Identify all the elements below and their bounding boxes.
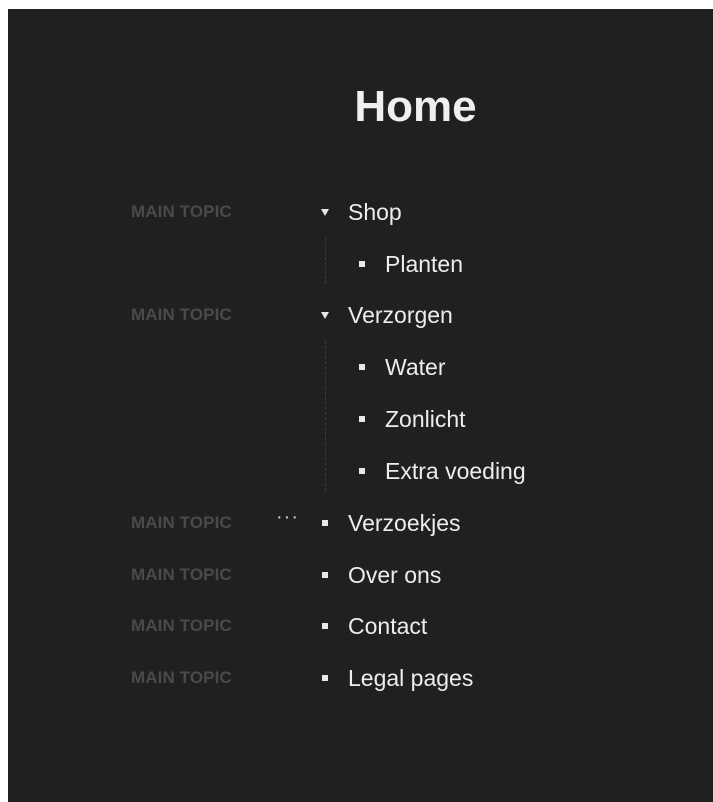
square-bullet-icon [355,399,369,439]
square-bullet-icon [318,555,332,595]
tree-item-label[interactable]: Contact [348,614,427,638]
tree-item-verzoekjes[interactable]: MAIN TOPIC ··· Verzoekjes [8,503,713,543]
main-topic-label: MAIN TOPIC [131,305,232,324]
square-bullet-icon [355,244,369,284]
square-bullet-icon [318,606,332,646]
main-topic-label: MAIN TOPIC [131,202,232,221]
tree-item-zonlicht[interactable]: Zonlicht [8,399,713,439]
triangle-down-icon [321,209,329,216]
tree-item-over-ons[interactable]: MAIN TOPIC Over ons [8,555,713,595]
tree-item-planten[interactable]: Planten [8,244,713,284]
square-bullet-icon [318,503,332,543]
main-topic-label: MAIN TOPIC [131,565,232,584]
tree-item-legal-pages[interactable]: MAIN TOPIC Legal pages [8,658,713,698]
tree-item-label[interactable]: Planten [385,252,463,276]
page-title: Home [354,82,477,131]
main-topic-label: MAIN TOPIC [131,668,232,687]
main-topic-label: MAIN TOPIC [131,616,232,635]
tree-item-label[interactable]: Water [385,355,446,379]
expand-toggle-icon[interactable] [318,295,332,335]
tree-item-label[interactable]: Shop [348,200,402,224]
main-topic-label: MAIN TOPIC [131,513,232,532]
tree-item-extra-voeding[interactable]: Extra voeding [8,451,713,491]
outline-panel: Home MAIN TOPIC Shop Planten MAIN TOPIC … [8,9,713,802]
tree-item-shop[interactable]: MAIN TOPIC Shop [8,192,713,232]
square-bullet-icon [355,451,369,491]
more-options-icon[interactable]: ··· [276,507,299,527]
tree-item-label[interactable]: Verzoekjes [348,511,461,535]
tree-item-water[interactable]: Water [8,347,713,387]
tree-item-label[interactable]: Zonlicht [385,407,466,431]
tree-item-label[interactable]: Legal pages [348,666,473,690]
triangle-down-icon [321,312,329,319]
square-bullet-icon [318,658,332,698]
tree-item-verzorgen[interactable]: MAIN TOPIC Verzorgen [8,295,713,335]
tree-item-label[interactable]: Over ons [348,563,441,587]
tree-item-label[interactable]: Verzorgen [348,303,453,327]
tree-item-label[interactable]: Extra voeding [385,459,526,483]
square-bullet-icon [355,347,369,387]
tree-item-contact[interactable]: MAIN TOPIC Contact [8,606,713,646]
expand-toggle-icon[interactable] [318,192,332,232]
